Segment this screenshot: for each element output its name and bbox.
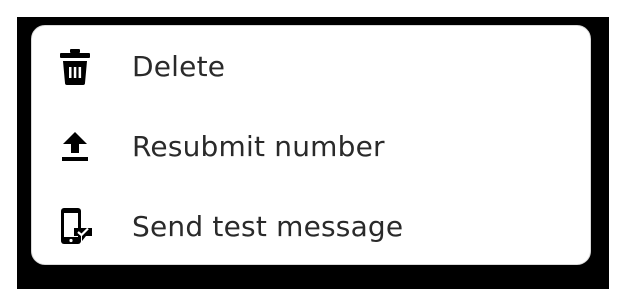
phone-check-icon (55, 206, 95, 246)
menu-item-delete[interactable]: Delete (32, 26, 590, 106)
menu-item-send-test-message[interactable]: Send test message (32, 186, 590, 266)
trash-icon (55, 46, 95, 86)
menu-item-resubmit-number[interactable]: Resubmit number (32, 106, 590, 186)
context-menu: Delete Resubmit number Send test message (31, 25, 591, 265)
menu-item-label: Delete (132, 49, 226, 83)
upload-icon (55, 126, 95, 166)
menu-item-label: Resubmit number (132, 129, 385, 163)
menu-item-label: Send test message (132, 209, 404, 243)
